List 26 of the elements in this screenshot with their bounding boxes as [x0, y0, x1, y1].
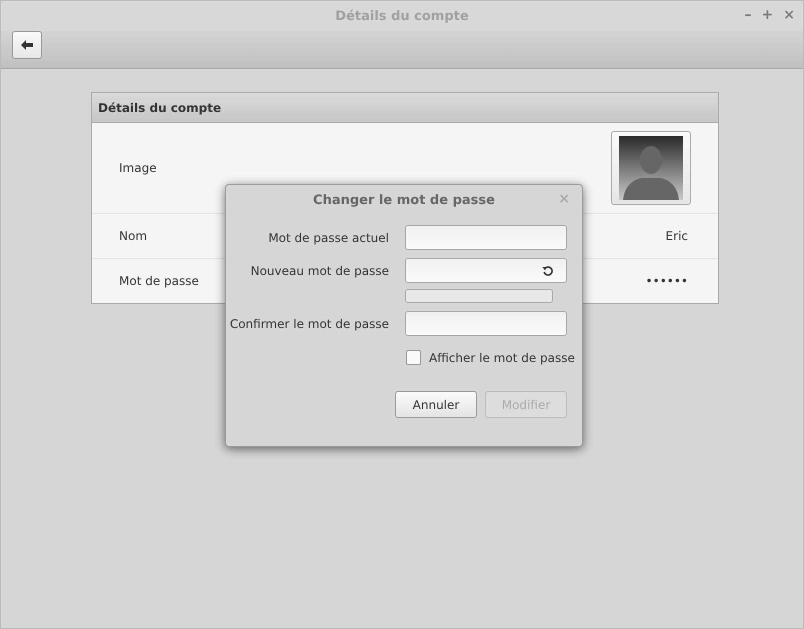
row-value: Eric [666, 229, 688, 243]
password-field[interactable] [405, 258, 567, 283]
back-arrow-icon [21, 40, 33, 50]
checkbox-label: Afficher le mot de passe [429, 350, 575, 364]
row-value: •••••• [646, 274, 688, 288]
field-label: Nouveau mot de passe [250, 264, 389, 278]
cancel-button[interactable]: Annuler [395, 391, 477, 418]
close-button[interactable]: × [558, 191, 570, 207]
row-label: Nom [119, 229, 148, 243]
row-label: Image [119, 161, 157, 175]
row-label: Mot de passe [119, 274, 199, 288]
checkbox[interactable] [406, 350, 421, 365]
dialog-title: Changer le mot de passe [313, 192, 495, 208]
refresh-icon [542, 264, 554, 276]
avatar-icon [619, 136, 683, 200]
panel-title: Détails du compte [98, 100, 222, 114]
avatar-button[interactable] [611, 131, 691, 205]
field-label: Mot de passe actuel [267, 230, 389, 244]
password-field[interactable] [405, 311, 567, 336]
field-label: Confirmer le mot de passe [228, 316, 389, 330]
password-field[interactable] [405, 225, 567, 250]
window-title: Détails du compte [335, 8, 469, 24]
window-control[interactable]: × [783, 7, 795, 23]
window-control[interactable]: – [744, 7, 752, 23]
back-button[interactable] [12, 31, 42, 59]
window-control[interactable]: + [762, 7, 774, 23]
